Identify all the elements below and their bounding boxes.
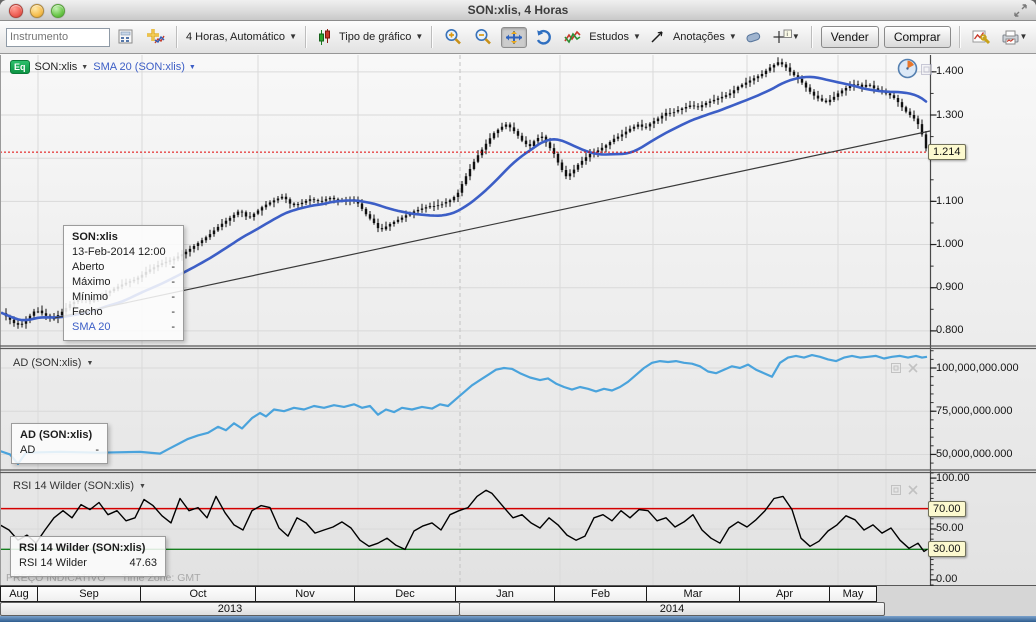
month-label: Feb [554,586,647,602]
month-label: Jan [455,586,555,602]
y-axis-label: 1.300 [936,109,964,121]
fullscreen-icon[interactable] [1014,4,1027,22]
y-axis-label: 0.900 [936,281,964,293]
y-axis-label: 50,000,000.000 [936,448,1012,460]
tooltip-row: RSI 14 Wilder47.63 [19,556,157,571]
studies-icon [561,28,584,46]
candlestick-icon [315,27,334,48]
chevron-down-icon: ▼ [289,33,297,41]
svg-text:i: i [786,32,787,38]
symbol-dropdown[interactable]: SON:xlis▼ [35,61,89,73]
equity-badge: Eq [10,60,30,74]
chevron-down-icon: ▼ [139,483,146,490]
title-bar: SON:xlis, 4 Horas [0,0,1036,21]
month-label: Mar [646,586,740,602]
year-label: 2013 [0,602,460,616]
maximize-panel-icon[interactable] [921,62,932,80]
y-axis-label: 100.00 [936,472,970,484]
tooltip-row: Mínimo- [72,290,175,305]
window-title: SON:xlis, 4 Horas [0,3,1036,17]
studies-dropdown[interactable]: Estudos▼ [589,31,641,43]
chevron-down-icon: ▼ [729,33,737,41]
month-label: Sep [37,586,141,602]
draw-line-icon[interactable] [646,28,668,46]
month-label: Nov [255,586,355,602]
ad-tooltip: AD (SON:xlis) AD- [11,423,108,464]
chevron-down-icon: ▼ [86,360,93,367]
y-axis-label: 1.100 [936,195,964,207]
chart-type-dropdown[interactable]: Tipo de gráfico▼ [339,31,423,43]
tooltip-date: 13-Feb-2014 12:00 [72,245,175,260]
rsi-upper-level-tag: 70.00 [928,501,966,517]
tooltip-title: RSI 14 Wilder (SON:xlis) [19,542,157,554]
zoom-in-icon[interactable] [441,26,466,48]
toolbar: 4 Horas, Automático▼ Tipo de gráfico▼ Es… [0,21,1036,54]
time-axis-months: AugSepOctNovDecJanFebMarAprMay [0,586,1036,602]
month-label: May [829,586,877,602]
pan-tool-icon[interactable] [501,27,527,48]
buy-button[interactable]: Comprar [884,26,951,48]
year-label: 2014 [459,602,885,616]
ad-legend[interactable]: AD (SON:xlis)▼ [13,357,93,369]
period-dropdown[interactable]: 4 Horas, Automático▼ [186,31,297,43]
month-label: Apr [739,586,830,602]
chevron-down-icon: ▼ [792,33,800,41]
rsi-legend[interactable]: RSI 14 Wilder (SON:xlis)▼ [13,480,146,492]
tooltip-row: Fecho- [72,305,175,320]
close-panel-icon[interactable] [908,360,918,378]
maximize-panel-icon[interactable] [891,482,901,500]
sma-dropdown[interactable]: SMA 20 (SON:xlis)▼ [93,61,196,73]
instrument-list-icon[interactable] [115,27,137,47]
chevron-down-icon: ▼ [1020,33,1028,41]
tooltip-row: Aberto- [72,260,175,275]
maximize-panel-icon[interactable] [891,360,901,378]
y-axis-label: 50.00 [936,522,964,534]
price-legend: Eq SON:xlis▼ SMA 20 (SON:xlis)▼ [10,60,196,74]
chevron-down-icon: ▼ [415,33,423,41]
chevron-down-icon: ▼ [633,33,641,41]
tooltip-row: SMA 20- [72,320,175,335]
zoom-out-icon[interactable] [471,26,496,48]
undo-icon[interactable] [532,27,556,48]
app-window: SON:xlis, 4 Horas 4 Horas, Automático▼ T… [0,0,1036,622]
y-axis-label: 75,000,000.000 [936,405,1012,417]
y-axis-label: 100,000,000.000 [936,362,1019,374]
month-label: Oct [140,586,256,602]
ad-panel-icons [891,360,918,378]
month-label: Dec [354,586,456,602]
tooltip-title: AD (SON:xlis) [20,429,99,441]
rsi-lower-level-tag: 30.00 [928,541,966,557]
y-axis-label: 0.00 [936,573,957,585]
bar-countdown-clock-icon [897,58,918,84]
y-axis-label: 1.000 [936,238,964,250]
print-icon[interactable]: ▼ [999,28,1031,47]
tooltip-row: Máximo- [72,275,175,290]
y-axis-label: 0.800 [936,324,964,336]
month-label: Aug [0,586,38,602]
rsi-tooltip: RSI 14 Wilder (SON:xlis) RSI 14 Wilder47… [10,536,166,577]
time-axis-years: 20132014 [0,602,1036,616]
y-axis-label: 1.400 [936,65,964,77]
crosshair-info-icon[interactable]: i▼ [770,27,803,47]
tooltip-row: AD- [20,443,99,458]
last-price-tag: 1.214 [928,144,966,160]
tooltip-title: SON:xlis [72,231,175,243]
sell-button[interactable]: Vender [821,26,879,48]
eraser-icon[interactable] [742,28,765,46]
close-panel-icon[interactable] [908,482,918,500]
chart-settings-icon[interactable] [969,27,994,47]
price-tooltip: SON:xlis 13-Feb-2014 12:00 Aberto- Máxim… [63,225,184,341]
instrument-input[interactable] [6,28,110,47]
annotations-dropdown[interactable]: Anotações▼ [673,31,737,43]
add-study-icon[interactable] [142,26,168,48]
chevron-down-icon: ▼ [81,64,88,71]
chevron-down-icon: ▼ [189,64,196,71]
window-bottom-edge [0,616,1036,622]
rsi-panel-icons [891,482,918,500]
